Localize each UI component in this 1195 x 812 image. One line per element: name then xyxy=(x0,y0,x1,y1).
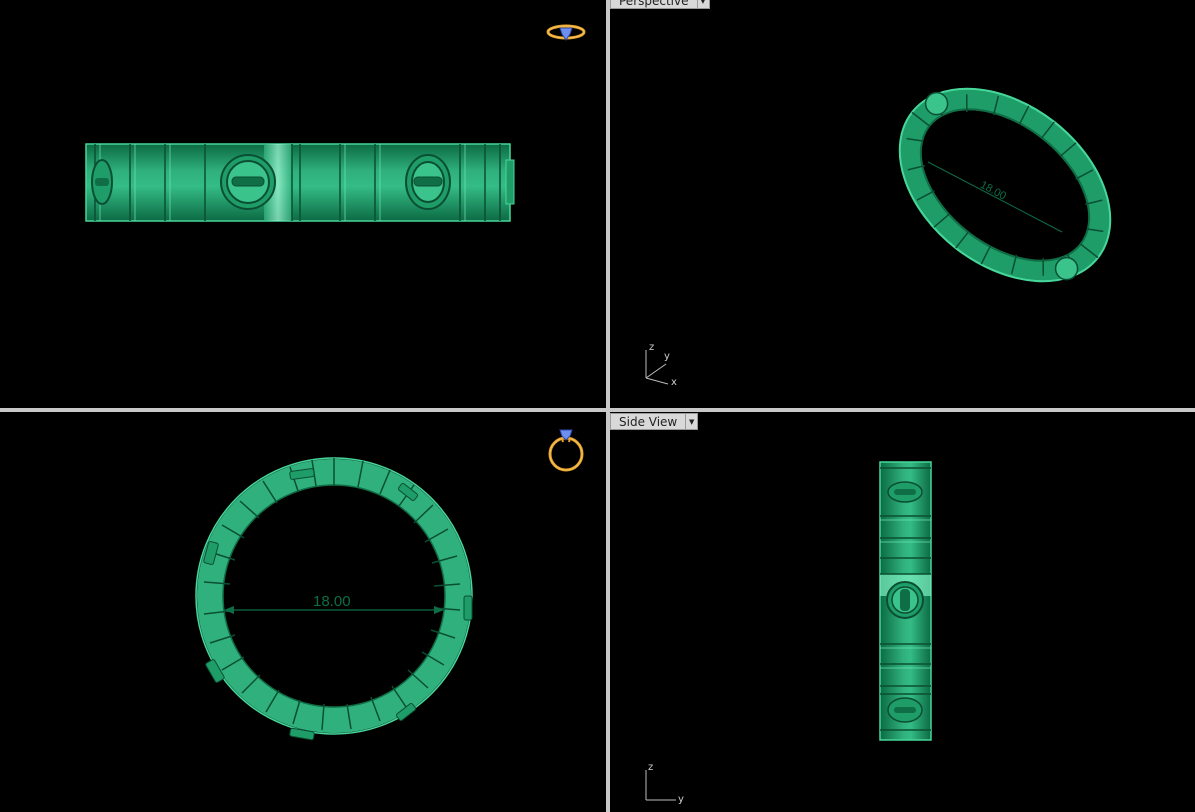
screw-detail xyxy=(91,159,113,205)
screw-detail xyxy=(887,697,923,723)
axis-label-y: y xyxy=(678,794,684,805)
side-viewport[interactable]: Side View ▼ z y xyxy=(610,412,1195,812)
front-diameter-dimension: 18.00 xyxy=(224,593,444,614)
screw-detail xyxy=(886,581,924,619)
screw-detail xyxy=(220,154,276,210)
perspective-canvas: 18.00 z y x xyxy=(645,49,1147,388)
perspective-dimension-label: 18.00 xyxy=(978,179,1008,203)
top-view-canvas xyxy=(85,24,586,222)
front-view-canvas: 18.00 xyxy=(195,429,584,741)
viewport-divider-horizontal[interactable] xyxy=(0,408,1195,412)
ring-orientation-icon[interactable] xyxy=(548,429,584,472)
screw-detail xyxy=(887,481,923,503)
axis-label-x: x xyxy=(671,377,677,388)
ring-side-view[interactable] xyxy=(879,461,932,741)
ring-perspective-view[interactable] xyxy=(863,49,1147,320)
front-viewport[interactable]: 18.00 xyxy=(0,412,606,812)
axis-label-z: z xyxy=(649,342,654,353)
front-dimension-label: 18.00 xyxy=(313,593,351,610)
screw-detail xyxy=(405,154,451,210)
side-axis-triad: z y xyxy=(645,762,684,805)
top-viewport[interactable] xyxy=(0,0,606,408)
side-view-canvas: z y xyxy=(645,461,932,805)
viewport-divider-vertical[interactable] xyxy=(606,0,610,812)
axis-label-z: z xyxy=(648,762,653,773)
perspective-axis-triad: z y x xyxy=(645,342,677,388)
perspective-viewport[interactable]: Perspective ▼ 18.00 z y x xyxy=(610,0,1195,408)
ring-orientation-icon[interactable] xyxy=(546,24,586,41)
ring-top-view[interactable] xyxy=(85,143,515,222)
axis-label-y: y xyxy=(664,351,670,362)
